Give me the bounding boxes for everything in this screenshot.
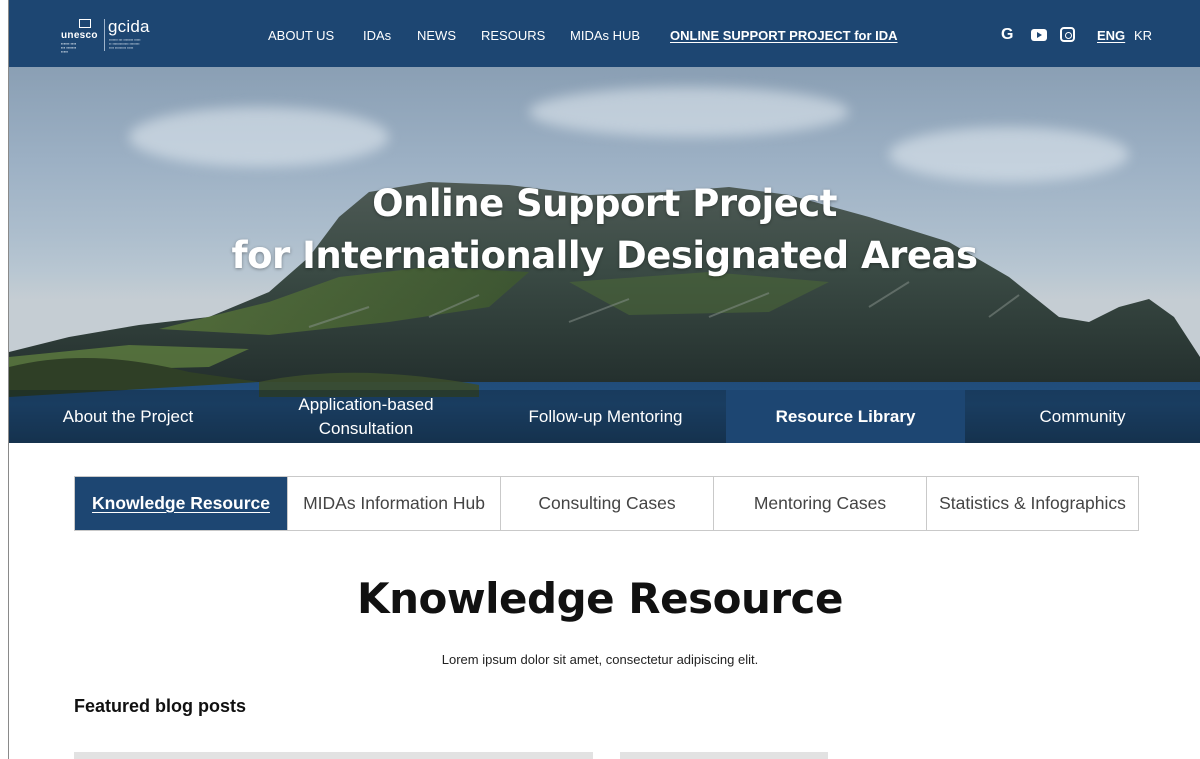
page-title: Knowledge Resource bbox=[357, 574, 843, 623]
top-navigation-bar: unesco ▪▪▪▪▪▪ ▪▪▪▪ ▪▪▪ ▪▪▪▪▪▪▪ ▪▪▪▪▪ gcida… bbox=[9, 0, 1200, 67]
menu-item-resours[interactable]: RESOURS bbox=[481, 28, 545, 43]
tab-application-based-consultation-label: Application-based Consultation bbox=[298, 394, 434, 438]
language-kr[interactable]: KR bbox=[1134, 28, 1152, 43]
hero-title-line-2: for Internationally Designated Areas bbox=[231, 234, 978, 277]
blog-card[interactable] bbox=[74, 752, 593, 759]
unesco-logo[interactable]: unesco ▪▪▪▪▪▪ ▪▪▪▪ ▪▪▪ ▪▪▪▪▪▪▪ ▪▪▪▪▪ bbox=[61, 17, 109, 54]
tab-application-based-consultation[interactable]: Application-based Consultation bbox=[247, 390, 485, 443]
unesco-wordmark: unesco bbox=[61, 30, 98, 41]
language-eng[interactable]: ENG bbox=[1097, 28, 1125, 43]
tab-about-the-project[interactable]: About the Project bbox=[9, 390, 247, 443]
gcida-wordmark: gcida bbox=[108, 17, 150, 36]
instagram-icon[interactable] bbox=[1060, 27, 1075, 42]
resource-library-subtabs: Knowledge Resource MIDAs Information Hub… bbox=[74, 476, 1139, 531]
tab-follow-up-mentoring[interactable]: Follow-up Mentoring bbox=[485, 390, 726, 443]
tab-resource-library[interactable]: Resource Library bbox=[726, 390, 965, 443]
page-edge-line bbox=[8, 0, 9, 759]
logo-divider bbox=[104, 19, 105, 51]
subtab-mentoring-cases[interactable]: Mentoring Cases bbox=[714, 477, 927, 530]
unesco-logo-fineprint: ▪▪▪▪▪▪ ▪▪▪▪ ▪▪▪ ▪▪▪▪▪▪▪ ▪▪▪▪▪ bbox=[61, 41, 77, 54]
page-subtitle: Lorem ipsum dolor sit amet, consectetur … bbox=[441, 652, 759, 667]
hero-title-line-1: Online Support Project bbox=[372, 182, 837, 225]
menu-item-online-support-project[interactable]: ONLINE SUPPORT PROJECT for IDA bbox=[670, 28, 898, 43]
gcida-logo-fineprint: ▪▪▪▪▪▪▪ ▪▪▪ ▪▪▪▪▪▪▪▪ ▪▪▪▪▪ ▪▪ ▪▪▪▪▪▪▪▪▪▪▪… bbox=[109, 38, 141, 50]
menu-item-midas-hub[interactable]: MIDAs HUB bbox=[570, 28, 640, 43]
gcida-logo[interactable]: gcida ▪▪▪▪▪▪▪ ▪▪▪ ▪▪▪▪▪▪▪▪ ▪▪▪▪▪ ▪▪ ▪▪▪▪▪… bbox=[108, 17, 168, 53]
subtab-midas-information-hub[interactable]: MIDAs Information Hub bbox=[288, 477, 501, 530]
hero-title: Online Support Project for International… bbox=[9, 178, 1200, 282]
menu-item-about-us[interactable]: ABOUT US bbox=[268, 28, 334, 43]
subtab-consulting-cases[interactable]: Consulting Cases bbox=[501, 477, 714, 530]
subtab-statistics-infographics[interactable]: Statistics & Infographics bbox=[927, 477, 1138, 530]
tab-community[interactable]: Community bbox=[965, 390, 1200, 443]
menu-item-idas[interactable]: IDAs bbox=[363, 28, 391, 43]
youtube-icon[interactable] bbox=[1031, 29, 1047, 41]
unesco-emblem-icon bbox=[63, 19, 107, 29]
blog-card[interactable] bbox=[620, 752, 828, 759]
subtab-knowledge-resource[interactable]: Knowledge Resource bbox=[75, 477, 288, 530]
featured-blog-posts-heading: Featured blog posts bbox=[74, 696, 247, 716]
google-icon[interactable]: G bbox=[1001, 26, 1013, 44]
hero-banner: Online Support Project for International… bbox=[9, 67, 1200, 443]
project-section-tabs: About the Project Application-based Cons… bbox=[9, 390, 1200, 443]
menu-item-news[interactable]: NEWS bbox=[417, 28, 456, 43]
